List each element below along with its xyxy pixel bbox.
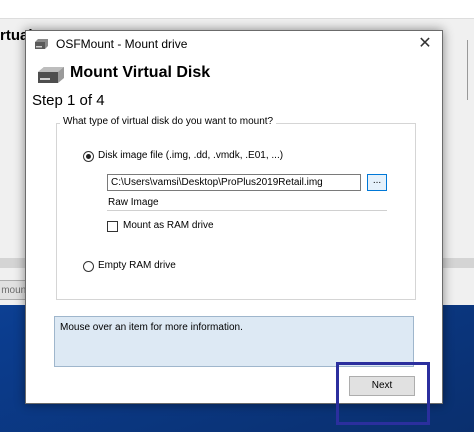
background-top-bar: [0, 0, 474, 19]
disk-drive-icon: [38, 67, 64, 83]
image-path-input[interactable]: C:\Users\vamsi\Desktop\ProPlus2019Retail…: [107, 174, 361, 191]
dialog-title: OSFMount - Mount drive: [56, 37, 188, 51]
header-title: Mount Virtual Disk: [70, 64, 211, 81]
mount-as-ram-checkbox[interactable]: [107, 221, 118, 232]
disk-image-radio[interactable]: [83, 151, 94, 162]
info-panel: Mouse over an item for more information.: [54, 316, 414, 367]
empty-ram-radio[interactable]: [83, 261, 94, 272]
drive-app-icon: [35, 39, 48, 49]
disk-image-label[interactable]: Disk image file (.img, .dd, .vmdk, .E01,…: [98, 150, 283, 161]
step-indicator: Step 1 of 4: [32, 92, 105, 109]
empty-ram-label[interactable]: Empty RAM drive: [98, 260, 176, 271]
image-type-label: Raw Image: [108, 197, 159, 208]
browse-button[interactable]: ...: [367, 174, 387, 191]
info-text: Mouse over an item for more information.: [60, 322, 243, 333]
dialog-titlebar: OSFMount - Mount drive ✕: [26, 31, 442, 59]
next-button-highlight: [336, 362, 430, 425]
mount-as-ram-label[interactable]: Mount as RAM drive: [123, 220, 214, 231]
background-divider: [467, 40, 468, 100]
image-type-divider: [107, 210, 387, 211]
group-question: What type of virtual disk do you want to…: [60, 116, 277, 127]
close-icon[interactable]: ✕: [408, 31, 442, 57]
mount-drive-dialog: OSFMount - Mount drive ✕ Mount Virtual D…: [25, 30, 443, 404]
